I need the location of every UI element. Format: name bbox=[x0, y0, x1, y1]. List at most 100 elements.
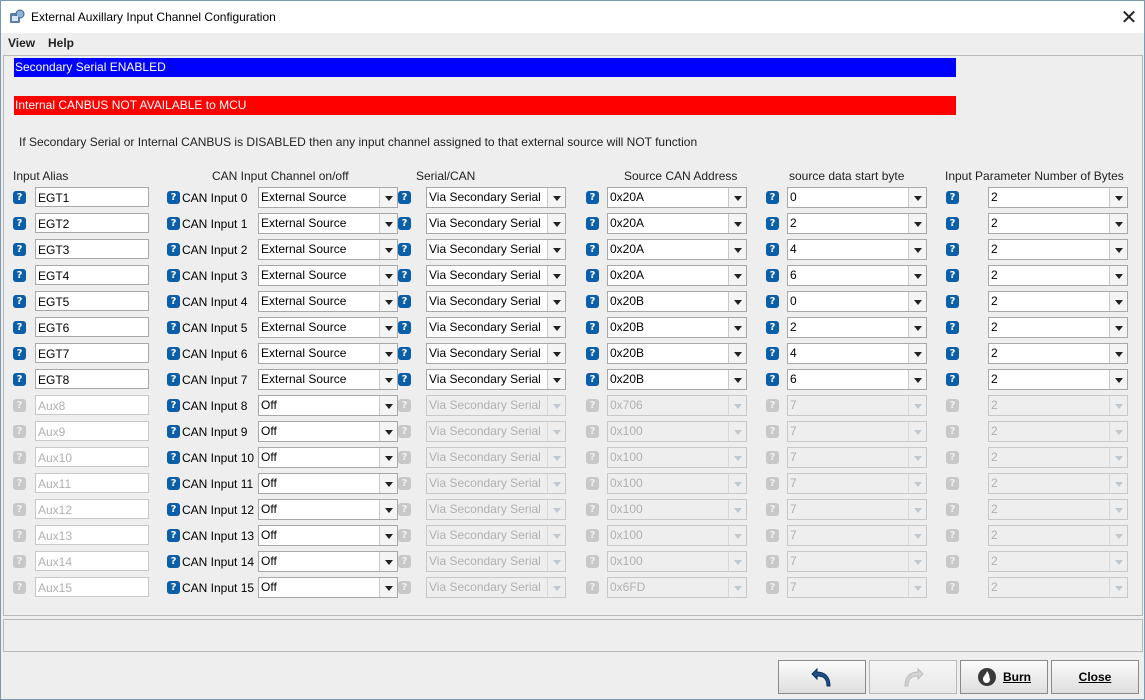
help-icon[interactable]: ? bbox=[586, 347, 599, 360]
source-address-select[interactable]: 0x100 bbox=[607, 525, 747, 546]
start-byte-select[interactable]: 7 bbox=[787, 447, 927, 468]
help-icon[interactable]: ? bbox=[398, 477, 411, 490]
help-icon[interactable]: ? bbox=[586, 373, 599, 386]
help-icon[interactable]: ? bbox=[586, 295, 599, 308]
num-bytes-select[interactable]: 2 bbox=[988, 421, 1128, 442]
start-byte-select[interactable]: 7 bbox=[787, 395, 927, 416]
help-icon[interactable]: ? bbox=[766, 529, 779, 542]
help-icon[interactable]: ? bbox=[13, 347, 26, 360]
start-byte-select[interactable]: 7 bbox=[787, 421, 927, 442]
num-bytes-select[interactable]: 2 bbox=[988, 213, 1128, 234]
source-address-select[interactable]: 0x20B bbox=[607, 369, 747, 390]
burn-button[interactable]: Burn bbox=[960, 660, 1048, 694]
help-icon[interactable]: ? bbox=[586, 529, 599, 542]
source-address-select[interactable]: 0x20A bbox=[607, 187, 747, 208]
help-icon[interactable]: ? bbox=[586, 581, 599, 594]
source-address-select[interactable]: 0x100 bbox=[607, 447, 747, 468]
help-icon[interactable]: ? bbox=[586, 321, 599, 334]
help-icon[interactable]: ? bbox=[167, 321, 180, 334]
start-byte-select[interactable]: 2 bbox=[787, 317, 927, 338]
undo-button[interactable] bbox=[778, 660, 866, 694]
source-address-select[interactable]: 0x100 bbox=[607, 499, 747, 520]
help-icon[interactable]: ? bbox=[586, 217, 599, 230]
num-bytes-select[interactable]: 2 bbox=[988, 291, 1128, 312]
help-icon[interactable]: ? bbox=[946, 477, 959, 490]
help-icon[interactable]: ? bbox=[398, 191, 411, 204]
alias-input[interactable]: EGT8 bbox=[35, 369, 149, 389]
serial-can-select[interactable]: Via Secondary Serial bbox=[426, 577, 566, 598]
num-bytes-select[interactable]: 2 bbox=[988, 265, 1128, 286]
alias-input[interactable]: EGT6 bbox=[35, 317, 149, 337]
help-icon[interactable]: ? bbox=[766, 269, 779, 282]
start-byte-select[interactable]: 7 bbox=[787, 499, 927, 520]
num-bytes-select[interactable]: 2 bbox=[988, 447, 1128, 468]
channel-onoff-select[interactable]: Off bbox=[258, 473, 398, 494]
help-icon[interactable]: ? bbox=[167, 243, 180, 256]
num-bytes-select[interactable]: 2 bbox=[988, 551, 1128, 572]
help-icon[interactable]: ? bbox=[398, 425, 411, 438]
help-icon[interactable]: ? bbox=[398, 295, 411, 308]
help-icon[interactable]: ? bbox=[946, 399, 959, 412]
alias-input[interactable]: EGT4 bbox=[35, 265, 149, 285]
help-icon[interactable]: ? bbox=[13, 243, 26, 256]
source-address-select[interactable]: 0x20B bbox=[607, 291, 747, 312]
help-icon[interactable]: ? bbox=[398, 399, 411, 412]
help-icon[interactable]: ? bbox=[398, 269, 411, 282]
channel-onoff-select[interactable]: External Source bbox=[258, 317, 398, 338]
help-icon[interactable]: ? bbox=[398, 321, 411, 334]
start-byte-select[interactable]: 0 bbox=[787, 187, 927, 208]
help-icon[interactable]: ? bbox=[167, 555, 180, 568]
source-address-select[interactable]: 0x20A bbox=[607, 213, 747, 234]
help-icon[interactable]: ? bbox=[586, 503, 599, 516]
help-icon[interactable]: ? bbox=[13, 425, 26, 438]
help-icon[interactable]: ? bbox=[946, 217, 959, 230]
source-address-select[interactable]: 0x100 bbox=[607, 473, 747, 494]
help-icon[interactable]: ? bbox=[946, 503, 959, 516]
alias-input[interactable]: EGT7 bbox=[35, 343, 149, 363]
start-byte-select[interactable]: 7 bbox=[787, 473, 927, 494]
start-byte-select[interactable]: 6 bbox=[787, 369, 927, 390]
close-button[interactable]: Close bbox=[1051, 660, 1139, 694]
alias-input[interactable]: EGT5 bbox=[35, 291, 149, 311]
help-icon[interactable]: ? bbox=[766, 555, 779, 568]
serial-can-select[interactable]: Via Secondary Serial bbox=[426, 551, 566, 572]
help-icon[interactable]: ? bbox=[13, 529, 26, 542]
channel-onoff-select[interactable]: Off bbox=[258, 499, 398, 520]
source-address-select[interactable]: 0x6FD bbox=[607, 577, 747, 598]
start-byte-select[interactable]: 4 bbox=[787, 343, 927, 364]
alias-input[interactable]: EGT1 bbox=[35, 187, 149, 207]
window-close-button[interactable]: ✕ bbox=[1114, 1, 1144, 33]
source-address-select[interactable]: 0x706 bbox=[607, 395, 747, 416]
channel-onoff-select[interactable]: External Source bbox=[258, 265, 398, 286]
start-byte-select[interactable]: 7 bbox=[787, 525, 927, 546]
help-icon[interactable]: ? bbox=[13, 295, 26, 308]
help-icon[interactable]: ? bbox=[766, 217, 779, 230]
channel-onoff-select[interactable]: External Source bbox=[258, 239, 398, 260]
help-icon[interactable]: ? bbox=[946, 243, 959, 256]
start-byte-select[interactable]: 7 bbox=[787, 551, 927, 572]
help-icon[interactable]: ? bbox=[766, 191, 779, 204]
help-icon[interactable]: ? bbox=[766, 321, 779, 334]
help-icon[interactable]: ? bbox=[167, 269, 180, 282]
help-icon[interactable]: ? bbox=[398, 373, 411, 386]
start-byte-select[interactable]: 4 bbox=[787, 239, 927, 260]
channel-onoff-select[interactable]: External Source bbox=[258, 187, 398, 208]
help-icon[interactable]: ? bbox=[13, 269, 26, 282]
help-icon[interactable]: ? bbox=[398, 451, 411, 464]
alias-input[interactable]: Aux12 bbox=[35, 499, 149, 519]
help-icon[interactable]: ? bbox=[586, 191, 599, 204]
help-icon[interactable]: ? bbox=[946, 529, 959, 542]
help-icon[interactable]: ? bbox=[167, 191, 180, 204]
channel-onoff-select[interactable]: Off bbox=[258, 421, 398, 442]
alias-input[interactable]: Aux14 bbox=[35, 551, 149, 571]
help-icon[interactable]: ? bbox=[946, 581, 959, 594]
help-icon[interactable]: ? bbox=[167, 581, 180, 594]
num-bytes-select[interactable]: 2 bbox=[988, 317, 1128, 338]
help-icon[interactable]: ? bbox=[586, 451, 599, 464]
help-icon[interactable]: ? bbox=[946, 373, 959, 386]
help-icon[interactable]: ? bbox=[13, 373, 26, 386]
serial-can-select[interactable]: Via Secondary Serial bbox=[426, 317, 566, 338]
channel-onoff-select[interactable]: Off bbox=[258, 525, 398, 546]
source-address-select[interactable]: 0x20A bbox=[607, 239, 747, 260]
help-icon[interactable]: ? bbox=[946, 269, 959, 282]
